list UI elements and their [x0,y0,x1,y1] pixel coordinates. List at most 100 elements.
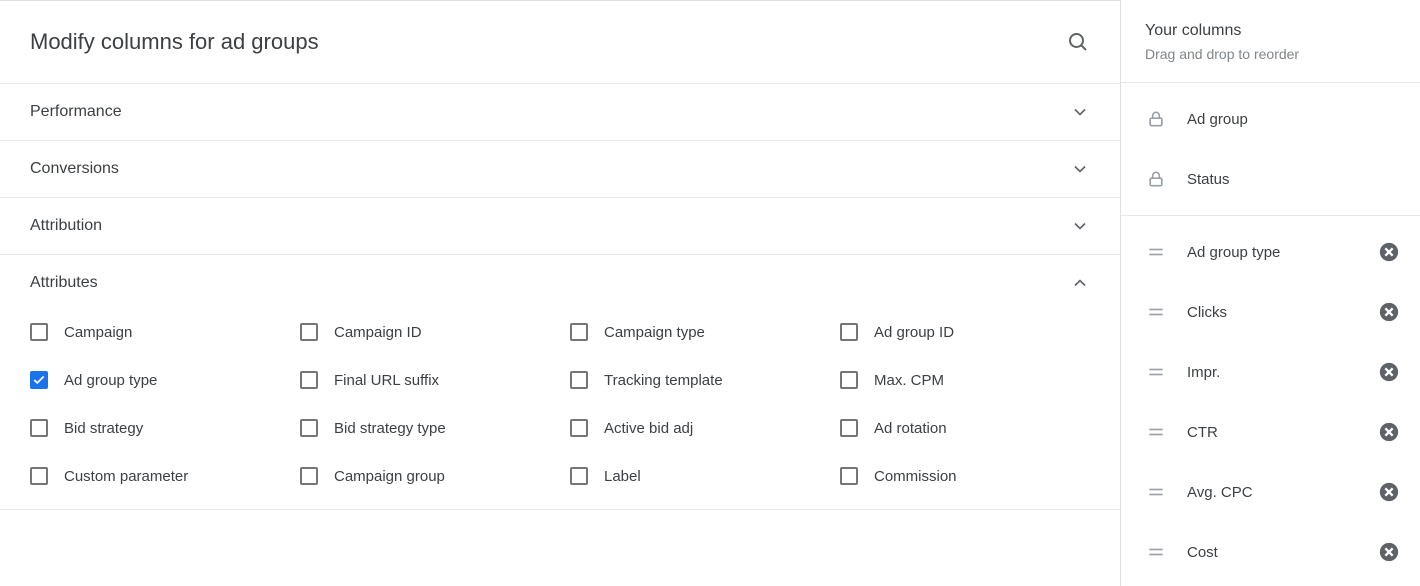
section-conversions: Conversions [0,140,1120,197]
checkbox-label: Commission [874,468,957,485]
checkbox-icon [300,371,318,389]
checkbox-icon [570,467,588,485]
checkbox-icon [840,419,858,437]
remove-column-icon[interactable] [1378,241,1400,263]
chevron-down-icon [1070,102,1090,122]
checkbox-icon [30,467,48,485]
checkbox-icon [300,419,318,437]
remove-column-icon[interactable] [1378,301,1400,323]
checkbox-item[interactable]: Campaign ID [300,323,550,341]
main-panel: Modify columns for ad groups Performance [0,0,1120,586]
checkbox-label: Ad group type [64,372,157,389]
checkbox-item[interactable]: Bid strategy type [300,419,550,437]
draggable-column-item[interactable]: Clicks [1145,282,1400,342]
checkbox-item[interactable]: Campaign group [300,467,550,485]
checkbox-label: Bid strategy [64,420,143,437]
checkbox-item[interactable]: Ad group type [30,371,280,389]
checkbox-item[interactable]: Final URL suffix [300,371,550,389]
checkbox-label: Campaign [64,324,132,341]
checkbox-label: Campaign ID [334,324,422,341]
checkbox-label: Tracking template [604,372,723,389]
section-attributes: Attributes Campaign Campaign ID Campaign t… [0,254,1120,509]
checkbox-icon [570,419,588,437]
section-title: Performance [30,103,122,121]
drag-handle-icon[interactable] [1145,421,1167,443]
checkbox-item[interactable]: Campaign type [570,323,820,341]
checkbox-label: Custom parameter [64,468,188,485]
remove-column-icon[interactable] [1378,481,1400,503]
lock-icon [1145,108,1167,130]
checkbox-item[interactable]: Campaign [30,323,280,341]
remove-column-icon[interactable] [1378,421,1400,443]
section-header-conversions[interactable]: Conversions [0,141,1120,197]
section-title: Attribution [30,217,102,235]
checkbox-icon [30,419,48,437]
column-label: Clicks [1187,304,1358,321]
draggable-column-item[interactable]: Avg. CPC [1145,462,1400,522]
checkbox-label: Max. CPM [874,372,944,389]
checkbox-item[interactable]: Label [570,467,820,485]
checkbox-icon [30,371,48,389]
chevron-up-icon [1070,273,1090,293]
section-header-performance[interactable]: Performance [0,84,1120,140]
drag-handle-icon[interactable] [1145,301,1167,323]
checkbox-item[interactable]: Active bid adj [570,419,820,437]
column-label: Ad group type [1187,244,1358,261]
lock-icon [1145,168,1167,190]
side-subtitle: Drag and drop to reorder [1145,46,1400,62]
checkbox-icon [840,467,858,485]
checkbox-icon [300,323,318,341]
checkbox-item[interactable]: Ad group ID [840,323,1090,341]
checkbox-label: Active bid adj [604,420,693,437]
column-label: Status [1187,171,1400,188]
draggable-column-item[interactable]: Ad group type [1145,222,1400,282]
checkbox-icon [300,467,318,485]
remove-column-icon[interactable] [1378,361,1400,383]
drag-handle-icon[interactable] [1145,541,1167,563]
checkbox-icon [570,371,588,389]
checkbox-item[interactable]: Tracking template [570,371,820,389]
chevron-down-icon [1070,159,1090,179]
column-label: Avg. CPC [1187,484,1358,501]
section-title: Attributes [30,274,98,292]
section-attribution: Attribution [0,197,1120,254]
checkbox-item[interactable]: Custom parameter [30,467,280,485]
drag-handle-icon[interactable] [1145,481,1167,503]
checkbox-label: Bid strategy type [334,420,446,437]
search-icon[interactable] [1066,30,1090,54]
checkbox-label: Label [604,468,641,485]
side-panel: Your columns Drag and drop to reorder Ad… [1120,0,1420,586]
draggable-column-item[interactable]: Impr. [1145,342,1400,402]
draggable-column-item[interactable]: CTR [1145,402,1400,462]
section-header-attributes[interactable]: Attributes [0,255,1120,311]
remove-column-icon[interactable] [1378,541,1400,563]
checkbox-label: Ad rotation [874,420,947,437]
checkbox-item[interactable]: Max. CPM [840,371,1090,389]
checkbox-label: Ad group ID [874,324,954,341]
checkbox-label: Campaign type [604,324,705,341]
checkbox-icon [570,323,588,341]
side-title: Your columns [1145,22,1400,40]
chevron-down-icon [1070,216,1090,236]
section-title: Conversions [30,160,119,178]
column-label: Ad group [1187,111,1400,128]
column-label: Impr. [1187,364,1358,381]
locked-column-item: Ad group [1145,89,1400,149]
checkbox-icon [840,323,858,341]
draggable-column-item[interactable]: Cost [1145,522,1400,582]
checkbox-item[interactable]: Bid strategy [30,419,280,437]
checkbox-label: Final URL suffix [334,372,439,389]
checkbox-item[interactable]: Ad rotation [840,419,1090,437]
locked-column-item: Status [1145,149,1400,209]
drag-handle-icon[interactable] [1145,241,1167,263]
section-header-attribution[interactable]: Attribution [0,198,1120,254]
section-performance: Performance [0,83,1120,140]
column-label: Cost [1187,544,1358,561]
checkbox-icon [30,323,48,341]
column-label: CTR [1187,424,1358,441]
checkbox-label: Campaign group [334,468,445,485]
checkbox-icon [840,371,858,389]
checkbox-item[interactable]: Commission [840,467,1090,485]
page-title: Modify columns for ad groups [30,29,319,55]
drag-handle-icon[interactable] [1145,361,1167,383]
